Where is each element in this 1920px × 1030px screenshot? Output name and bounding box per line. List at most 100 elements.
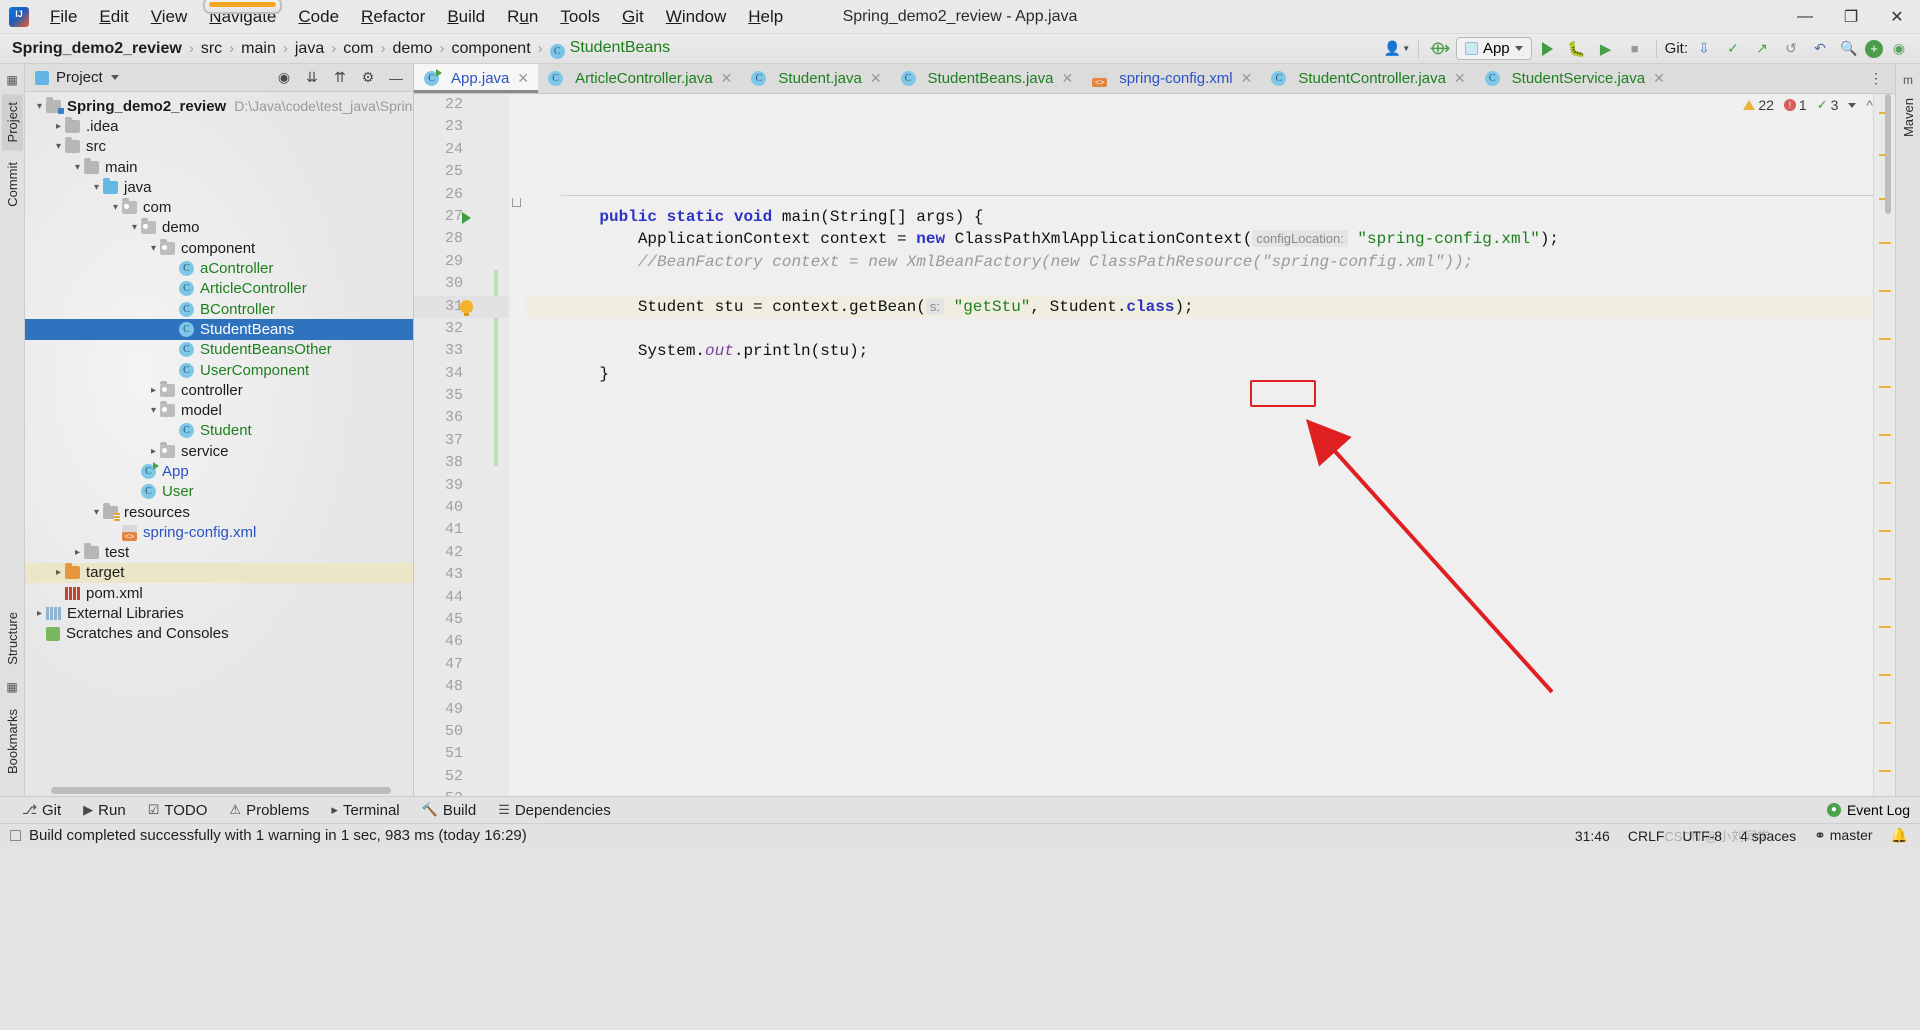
menu-item-git[interactable]: Git bbox=[611, 3, 655, 31]
gutter-line[interactable]: 28 bbox=[414, 228, 509, 250]
editor-tab-articlecontroller-java[interactable]: C ArticleController.java ✕ bbox=[538, 64, 741, 93]
chevron-open-icon[interactable] bbox=[33, 101, 46, 112]
code-line[interactable] bbox=[525, 430, 1895, 452]
code-line[interactable] bbox=[525, 318, 1895, 340]
expand-all-icon[interactable]: ⇊ bbox=[299, 66, 325, 90]
error-stripe-mark[interactable] bbox=[1879, 674, 1891, 676]
gutter-line[interactable]: 39 bbox=[414, 475, 509, 497]
gutter-line[interactable]: 53 bbox=[414, 788, 509, 796]
chevron-open-icon[interactable] bbox=[71, 162, 84, 173]
error-stripe-mark[interactable] bbox=[1879, 722, 1891, 724]
git-branch[interactable]: ⚭ master bbox=[1814, 827, 1872, 844]
menu-item-window[interactable]: Window bbox=[655, 3, 737, 31]
gutter-line[interactable]: 33 bbox=[414, 340, 509, 362]
code-line[interactable] bbox=[525, 519, 1895, 541]
code-line[interactable] bbox=[525, 788, 1895, 796]
close-tab-icon[interactable]: ✕ bbox=[1241, 70, 1253, 87]
collapse-all-icon[interactable]: ⇈ bbox=[327, 66, 353, 90]
code-line[interactable]: public static void main(String[] args) { bbox=[525, 206, 1895, 228]
tree-node[interactable]: C StudentBeansOther bbox=[25, 340, 413, 360]
gutter-line[interactable]: 30 bbox=[414, 273, 509, 295]
tree-node[interactable]: model bbox=[25, 400, 413, 420]
breadcrumb-item-demo[interactable]: demo bbox=[392, 40, 432, 58]
close-tab-icon[interactable]: ✕ bbox=[517, 70, 529, 87]
chevron-open-icon[interactable] bbox=[128, 222, 141, 233]
tree-node[interactable]: service bbox=[25, 441, 413, 461]
tool-window-todo[interactable]: ☑ TODO bbox=[148, 802, 208, 819]
run-configuration-selector[interactable]: App bbox=[1455, 37, 1532, 60]
minimize-button[interactable]: — bbox=[1782, 0, 1828, 34]
code-line[interactable] bbox=[525, 94, 1895, 116]
gutter-line[interactable]: 23 bbox=[414, 116, 509, 138]
sidebar-item-project[interactable]: Project bbox=[1, 94, 23, 151]
gutter-line[interactable]: 25 bbox=[414, 161, 509, 183]
chevron-closed-icon[interactable] bbox=[71, 547, 84, 558]
tree-node[interactable]: C ArticleController bbox=[25, 279, 413, 299]
user-avatar-icon[interactable]: 👤 ▼ bbox=[1384, 37, 1410, 61]
code-line[interactable] bbox=[525, 116, 1895, 138]
error-stripe-marker[interactable] bbox=[1873, 94, 1895, 796]
sidebar-item-bookmarks[interactable]: Bookmarks bbox=[2, 701, 23, 782]
code-line[interactable] bbox=[525, 631, 1895, 653]
gutter-line[interactable]: 37 bbox=[414, 430, 509, 452]
code-line[interactable] bbox=[525, 699, 1895, 721]
ide-assistant-icon[interactable]: ◉ bbox=[1886, 37, 1912, 61]
editor-tab-studentbeans-java[interactable]: C StudentBeans.java ✕ bbox=[891, 64, 1083, 93]
code-line[interactable] bbox=[525, 564, 1895, 586]
tree-node[interactable]: resources bbox=[25, 502, 413, 522]
tree-node[interactable]: demo bbox=[25, 218, 413, 238]
tree-node[interactable]: main bbox=[25, 157, 413, 177]
project-tree-hscrollbar[interactable] bbox=[51, 787, 411, 796]
chevron-closed-icon[interactable] bbox=[52, 121, 65, 132]
tool-window-problems[interactable]: ⚠ Problems bbox=[229, 802, 309, 819]
code-line[interactable] bbox=[525, 385, 1895, 407]
code-line[interactable] bbox=[525, 609, 1895, 631]
error-stripe-mark[interactable] bbox=[1879, 242, 1891, 244]
chevron-closed-icon[interactable] bbox=[52, 567, 65, 578]
close-tab-icon[interactable]: ✕ bbox=[1454, 70, 1466, 87]
gutter-line[interactable]: 52 bbox=[414, 766, 509, 788]
tree-node[interactable]: test bbox=[25, 543, 413, 563]
code-line[interactable] bbox=[525, 766, 1895, 788]
event-log-label[interactable]: Event Log bbox=[1847, 802, 1910, 818]
menu-item-view[interactable]: View bbox=[140, 3, 199, 31]
gutter-line[interactable]: 41 bbox=[414, 519, 509, 541]
line-separator[interactable]: CRLF bbox=[1628, 828, 1665, 844]
sidebar-item-commit[interactable]: Commit bbox=[2, 154, 23, 215]
tree-node[interactable]: controller bbox=[25, 380, 413, 400]
tree-node[interactable]: C Student bbox=[25, 421, 413, 441]
code-line[interactable] bbox=[525, 654, 1895, 676]
gutter-line[interactable]: 48 bbox=[414, 676, 509, 698]
editor-gutter[interactable]: 22 23 24 25 26 27 28 29 30 31 32 33 34 35 36 37 38 39 40 41… bbox=[414, 94, 509, 796]
code-line[interactable]: } bbox=[525, 363, 1895, 385]
gutter-line[interactable]: 32 bbox=[414, 318, 509, 340]
caret-position[interactable]: 31:46 bbox=[1575, 828, 1610, 844]
code-line[interactable] bbox=[525, 273, 1895, 295]
gutter-line[interactable]: 38 bbox=[414, 452, 509, 474]
code-line[interactable] bbox=[525, 452, 1895, 474]
event-log-area[interactable]: ● Event Log bbox=[1826, 802, 1910, 818]
tree-node[interactable]: C StudentBeans bbox=[25, 319, 413, 340]
search-everywhere-icon[interactable]: 🔍 bbox=[1836, 37, 1862, 61]
fold-marker-icon[interactable] bbox=[512, 198, 521, 207]
gutter-line[interactable]: 50 bbox=[414, 721, 509, 743]
error-stripe-mark[interactable] bbox=[1879, 770, 1891, 772]
sidebar-item-maven[interactable]: Maven bbox=[1898, 90, 1919, 145]
git-update-icon[interactable]: ⇩ bbox=[1691, 37, 1717, 61]
chevron-open-icon[interactable] bbox=[109, 202, 122, 213]
tree-node[interactable]: CaController bbox=[25, 258, 413, 278]
gutter-line[interactable]: 31 bbox=[414, 295, 509, 318]
menu-item-help[interactable]: Help bbox=[737, 3, 794, 31]
git-history-icon[interactable]: ↺ bbox=[1778, 37, 1804, 61]
code-line[interactable]: System.out.println(stu); bbox=[525, 340, 1895, 362]
gutter-line[interactable]: 36 bbox=[414, 407, 509, 429]
chevron-closed-icon[interactable] bbox=[147, 446, 160, 457]
code-line[interactable] bbox=[525, 161, 1895, 183]
chevron-closed-icon[interactable] bbox=[147, 385, 160, 396]
tool-window-run[interactable]: ▶ Run bbox=[83, 802, 126, 819]
tree-node[interactable]: component bbox=[25, 238, 413, 258]
breadcrumb-item-src[interactable]: src bbox=[201, 40, 222, 58]
code-line[interactable] bbox=[525, 407, 1895, 429]
editor-tab-app-java[interactable]: C App.java ✕ bbox=[414, 64, 539, 93]
close-tab-icon[interactable]: ✕ bbox=[870, 70, 882, 87]
